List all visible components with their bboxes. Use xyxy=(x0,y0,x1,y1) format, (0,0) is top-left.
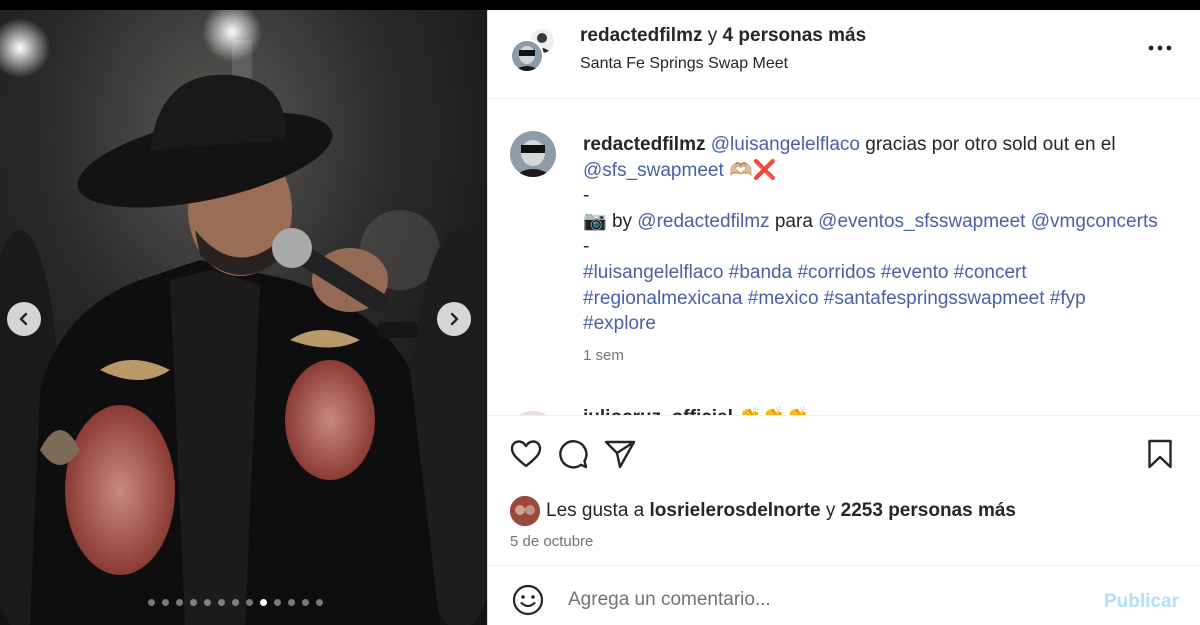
carousel-dot xyxy=(274,599,281,606)
top-strip xyxy=(0,0,1200,10)
heart-icon xyxy=(510,440,542,468)
post-header: redactedfilmz y 4 personas más Santa Fe … xyxy=(488,10,1200,99)
carousel-dot xyxy=(190,599,197,606)
caption-dash: - xyxy=(583,185,590,207)
post-photo xyxy=(0,10,487,625)
caption-emoji: 🫶🏼❌ xyxy=(723,159,777,181)
previous-slide-button[interactable] xyxy=(7,302,41,336)
carousel-dot xyxy=(246,599,253,606)
comment-button[interactable] xyxy=(555,436,591,472)
bookmark-icon xyxy=(1148,439,1172,469)
carousel-dot xyxy=(162,599,169,606)
more-horizontal-icon xyxy=(1148,45,1172,51)
carousel-dot xyxy=(148,599,155,606)
collab-avatars[interactable] xyxy=(508,27,558,77)
hashtags[interactable]: #luisangelelflaco #banda #corridos #even… xyxy=(583,262,1027,283)
likes-user[interactable]: losrielerosdelnorte xyxy=(650,500,821,521)
mention-link[interactable]: @redactedfilmz xyxy=(637,211,769,232)
likes-summary: Les gusta a losrielerosdelnorte y 2253 p… xyxy=(510,496,1016,526)
post-panel: redactedfilmz y 4 personas más Santa Fe … xyxy=(487,10,1200,625)
carousel-dot xyxy=(260,599,267,606)
post-author-line: redactedfilmz y 4 personas más xyxy=(580,25,866,47)
like-button[interactable] xyxy=(508,436,544,472)
mention-link[interactable]: @vmgconcerts xyxy=(1025,211,1158,232)
post-dialog: redactedfilmz y 4 personas más Santa Fe … xyxy=(0,10,1200,625)
emoji-button[interactable] xyxy=(510,582,546,618)
collaborators-count[interactable]: 4 personas más xyxy=(723,25,867,46)
caption-segment: para xyxy=(769,210,819,232)
avatar[interactable] xyxy=(510,496,540,526)
chevron-right-icon xyxy=(450,312,459,326)
mention-link[interactable]: @eventos_sfsswapmeet xyxy=(818,211,1025,232)
comment-text: 👏👏👏 xyxy=(738,407,809,415)
carousel-dot xyxy=(232,599,239,606)
emoji-icon xyxy=(512,584,544,616)
caption-segment: by xyxy=(606,210,638,232)
hashtags[interactable]: #regionalmexicana #mexico #santafespring… xyxy=(583,288,1086,309)
comment-composer: Publicar xyxy=(488,565,1200,625)
carousel-dot xyxy=(316,599,323,606)
carousel-dot xyxy=(218,599,225,606)
share-button[interactable] xyxy=(602,436,638,472)
carousel-dot xyxy=(204,599,211,606)
save-button[interactable] xyxy=(1142,436,1178,472)
caption-username[interactable]: redactedfilmz xyxy=(583,134,705,155)
author-username[interactable]: redactedfilmz xyxy=(580,25,702,46)
comment-username[interactable]: juliocruz_official xyxy=(583,407,733,415)
hashtags[interactable]: #explore xyxy=(583,313,656,334)
avatar[interactable] xyxy=(510,131,556,177)
carousel-dot xyxy=(176,599,183,606)
caption-segment: gracias por otro sold out en el xyxy=(859,134,1116,155)
comment-icon xyxy=(559,440,588,469)
likes-text: Les gusta a losrielerosdelnorte y 2253 p… xyxy=(546,500,1016,522)
next-slide-button[interactable] xyxy=(437,302,471,336)
share-icon xyxy=(604,440,636,469)
post-media xyxy=(0,10,487,625)
camera-icon: 📷 xyxy=(583,210,607,232)
post-date[interactable]: 5 de octubre xyxy=(510,533,593,550)
more-options-button[interactable] xyxy=(1145,36,1175,60)
mention-link[interactable]: @sfs_swapmeet xyxy=(583,160,724,181)
post-location[interactable]: Santa Fe Springs Swap Meet xyxy=(580,55,788,73)
carousel-dot xyxy=(288,599,295,606)
actions-section: Les gusta a losrielerosdelnorte y 2253 p… xyxy=(488,415,1200,568)
likes-count[interactable]: 2253 personas más xyxy=(841,500,1016,521)
carousel-dot xyxy=(302,599,309,606)
chevron-left-icon xyxy=(19,312,28,326)
caption-timestamp[interactable]: 1 sem xyxy=(583,347,624,364)
caption-text: redactedfilmz @luisangelelflaco gracias … xyxy=(583,132,1183,337)
publish-button[interactable]: Publicar xyxy=(1104,591,1179,613)
comment-input[interactable] xyxy=(568,584,1088,616)
caption-area: redactedfilmz @luisangelelflaco gracias … xyxy=(488,99,1200,415)
author-connector: y xyxy=(707,25,718,46)
comment-row: juliocruz_official 👏👏👏 xyxy=(583,405,809,415)
avatar xyxy=(510,39,544,73)
likes-prefix: Les gusta a xyxy=(546,500,650,521)
likes-connector: y xyxy=(820,500,841,521)
caption-dash: - xyxy=(583,236,590,258)
carousel-indicator xyxy=(148,599,323,606)
mention-link[interactable]: @luisangelelflaco xyxy=(711,134,860,155)
